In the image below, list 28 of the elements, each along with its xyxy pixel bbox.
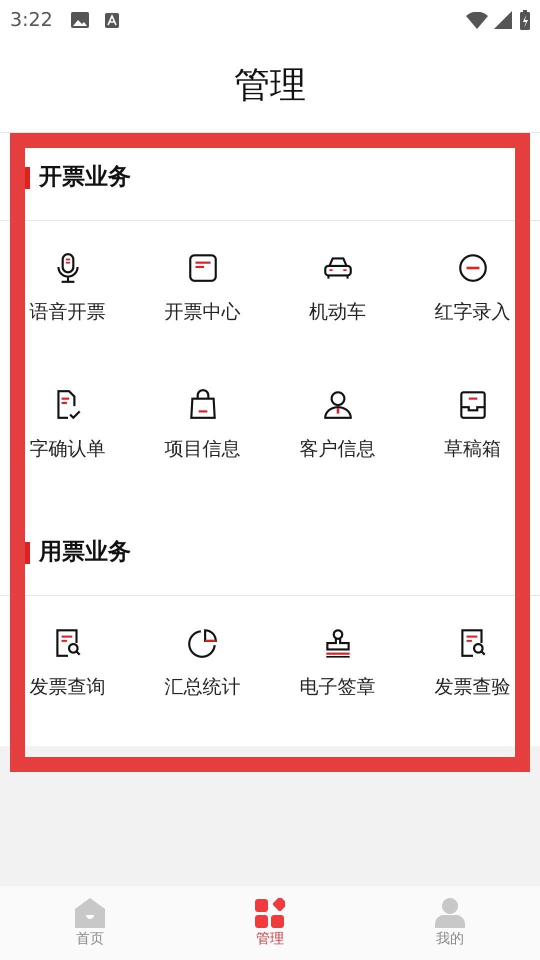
section-title: 用票业务 [39, 538, 131, 568]
wifi-icon [466, 12, 488, 28]
menu-item[interactable]: 草稿箱 [405, 358, 540, 495]
menu-item[interactable]: 项目信息 [135, 358, 270, 495]
menu-item[interactable]: 电子签章 [270, 596, 405, 733]
font-icon [104, 12, 119, 28]
section-title: 开票业务 [39, 163, 131, 192]
menu-item[interactable]: 开票中心 [135, 221, 270, 358]
menu-item[interactable]: 字确认单 [0, 358, 135, 495]
signal-icon [494, 11, 512, 29]
status-time: 3:22 [10, 8, 53, 33]
menu-item[interactable]: 汇总统计 [135, 596, 270, 733]
image-icon [70, 12, 89, 28]
section-marker [25, 542, 30, 564]
home-icon [75, 898, 105, 928]
person-icon [435, 898, 465, 928]
page-title: 管理 [234, 64, 306, 108]
menu-item[interactable]: 发票查询 [0, 596, 135, 733]
menu-item[interactable]: 机动车 [270, 221, 405, 358]
menu-item[interactable]: 客户信息 [270, 358, 405, 495]
grid-icon [255, 898, 285, 928]
menu-item[interactable]: 语音开票 [0, 221, 135, 358]
battery-icon [520, 10, 530, 30]
nav-tab[interactable]: 管理 [180, 886, 360, 960]
menu-item[interactable]: 发票查验 [405, 596, 540, 733]
pie-chart-icon [186, 626, 220, 660]
section-marker [25, 166, 30, 188]
menu-item[interactable]: 红字录入 [405, 221, 540, 358]
